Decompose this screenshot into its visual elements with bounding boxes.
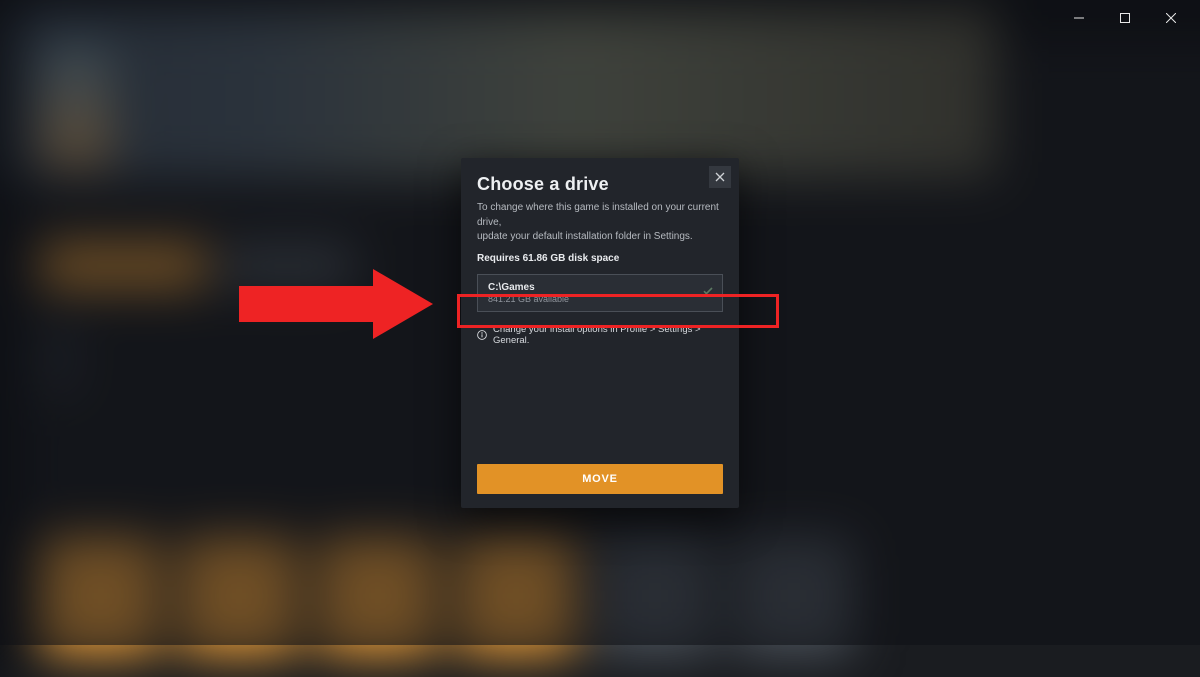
dialog-close-button[interactable]: [709, 166, 731, 188]
info-icon: [477, 330, 487, 340]
dialog-description-line1: To change where this game is installed o…: [477, 201, 723, 230]
choose-drive-dialog: Choose a drive To change where this game…: [461, 158, 739, 508]
minimize-button[interactable]: [1056, 4, 1102, 32]
drive-option[interactable]: C:\Games 841.21 GB available: [477, 274, 723, 312]
dialog-description-line2: update your default installation folder …: [477, 230, 723, 245]
minimize-icon: [1074, 13, 1084, 23]
window-controls: [1056, 4, 1194, 32]
close-icon: [715, 172, 725, 182]
close-icon: [1166, 13, 1176, 23]
install-options-hint: Change your install options in Profile >…: [477, 324, 723, 346]
close-window-button[interactable]: [1148, 4, 1194, 32]
check-icon: [702, 284, 714, 302]
install-options-hint-text: Change your install options in Profile >…: [493, 324, 723, 346]
disk-space-required: Requires 61.86 GB disk space: [477, 253, 723, 264]
dialog-title: Choose a drive: [477, 174, 723, 195]
move-button[interactable]: MOVE: [477, 464, 723, 494]
drive-path: C:\Games: [488, 282, 712, 293]
maximize-button[interactable]: [1102, 4, 1148, 32]
drive-available: 841.21 GB available: [488, 294, 712, 304]
maximize-icon: [1120, 13, 1130, 23]
